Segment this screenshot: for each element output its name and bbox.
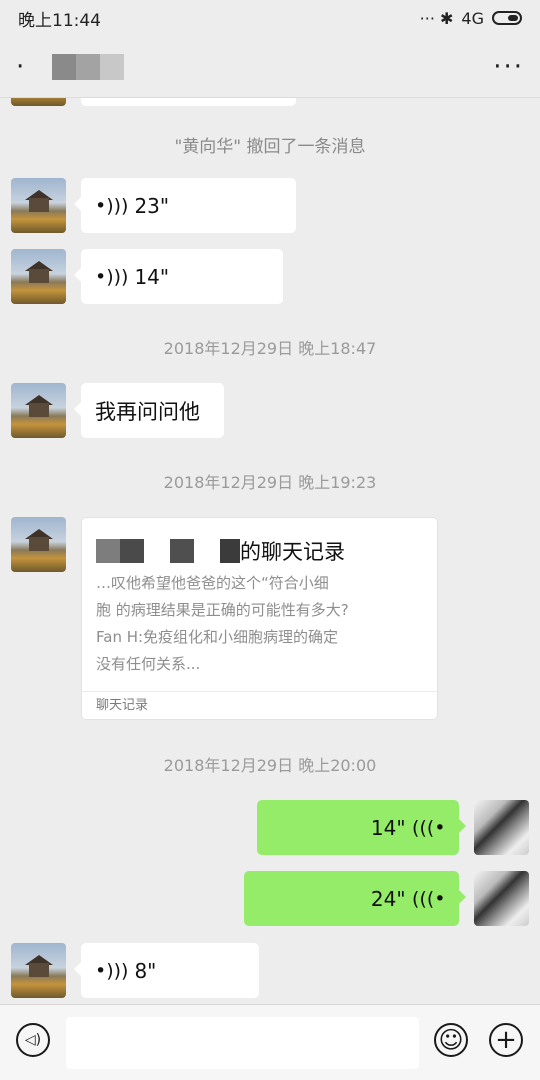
voice-duration: 14" [134, 264, 170, 289]
voice-wave-icon: •))) [411, 887, 445, 910]
my-avatar[interactable] [474, 800, 529, 855]
voice-message[interactable]: •))) 8" [74, 943, 259, 998]
voice-duration: 23" [134, 193, 170, 218]
contact-avatar[interactable] [11, 383, 66, 438]
back-arrow-icon[interactable]: · [16, 52, 40, 82]
preview-line: 没有任何关系... [96, 655, 201, 673]
voice-message-sent[interactable]: 14" •))) [257, 800, 466, 855]
status-indicators: ··· ✱ [419, 8, 454, 28]
more-options-button[interactable]: ··· [493, 54, 524, 80]
voice-wave-icon: •))) [95, 265, 129, 288]
voice-wave-icon: •))) [95, 194, 129, 217]
voice-message-sent[interactable]: 24" •))) [244, 871, 466, 926]
preview-line: Fan H:免疫组化和小细胞病理的确定 [96, 628, 339, 646]
message-text: 我再问问他 [95, 399, 200, 424]
voice-wave-icon: •))) [411, 816, 445, 839]
timestamp: 2018年12月29日 晚上18:47 [163, 339, 377, 358]
preview-line: …叹他希望他爸爸的这个“符合小细 [96, 574, 329, 592]
more-functions-button[interactable]: + [489, 1023, 523, 1057]
status-bar: 晚上11:44 ··· ✱ 4G [0, 0, 540, 36]
contact-name-redacted [52, 53, 124, 80]
voice-duration: 14" [370, 815, 406, 840]
chat-title-bar: · ··· [0, 36, 540, 98]
contact-avatar[interactable] [11, 178, 66, 233]
chat-record-card[interactable]: 的聊天记录 …叹他希望他爸爸的这个“符合小细 胞 的病理结果是正确的可能性有多大… [81, 517, 438, 720]
plus-icon: + [495, 1025, 517, 1055]
voice-input-button[interactable]: ◁) [16, 1023, 50, 1057]
my-avatar[interactable] [474, 871, 529, 926]
status-icons: ··· ✱ 4G [420, 9, 522, 28]
preview-line: 胞 的病理结果是正确的可能性有多大? [96, 601, 349, 619]
network-label: 4G [461, 8, 484, 28]
status-time: 晚上11:44 [18, 10, 101, 31]
chat-record-footer: 聊天记录 [82, 691, 437, 719]
voice-message[interactable]: •))) 14" [74, 249, 283, 304]
message-input[interactable] [66, 1017, 419, 1069]
contact-avatar[interactable] [11, 98, 66, 106]
chat-record-title: 的聊天记录 [96, 536, 345, 566]
chat-record-preview: …叹他希望他爸爸的这个“符合小细 胞 的病理结果是正确的可能性有多大? Fan … [96, 570, 426, 678]
battery-icon [492, 11, 522, 25]
timestamp: 2018年12月29日 晚上19:23 [163, 473, 377, 492]
emoji-button[interactable]: ☺ [434, 1023, 468, 1057]
input-bar: ◁) ☺ + [0, 1004, 540, 1080]
voice-wave-icon: •))) [95, 959, 129, 982]
contact-avatar[interactable] [11, 249, 66, 304]
voice-duration: 24" [370, 886, 406, 911]
voice-duration: 8" [134, 958, 157, 983]
previous-message-bubble[interactable] [81, 98, 296, 106]
contact-avatar[interactable] [11, 943, 66, 998]
timestamp: 2018年12月29日 晚上20:00 [163, 756, 377, 775]
chat-record-title-text: 的聊天记录 [240, 540, 345, 564]
contact-avatar[interactable] [11, 517, 66, 572]
text-message[interactable]: 我再问问他 [74, 383, 224, 438]
voice-input-icon: ◁) [24, 1032, 42, 1048]
emoji-icon: ☺ [438, 1026, 464, 1054]
chat-message-list[interactable]: "黄向华" 撤回了一条消息 •))) 23" •))) 14" 2018年12月… [0, 98, 540, 1004]
voice-message[interactable]: •))) 23" [74, 178, 296, 233]
recall-notice: "黄向华" 撤回了一条消息 [174, 137, 366, 157]
